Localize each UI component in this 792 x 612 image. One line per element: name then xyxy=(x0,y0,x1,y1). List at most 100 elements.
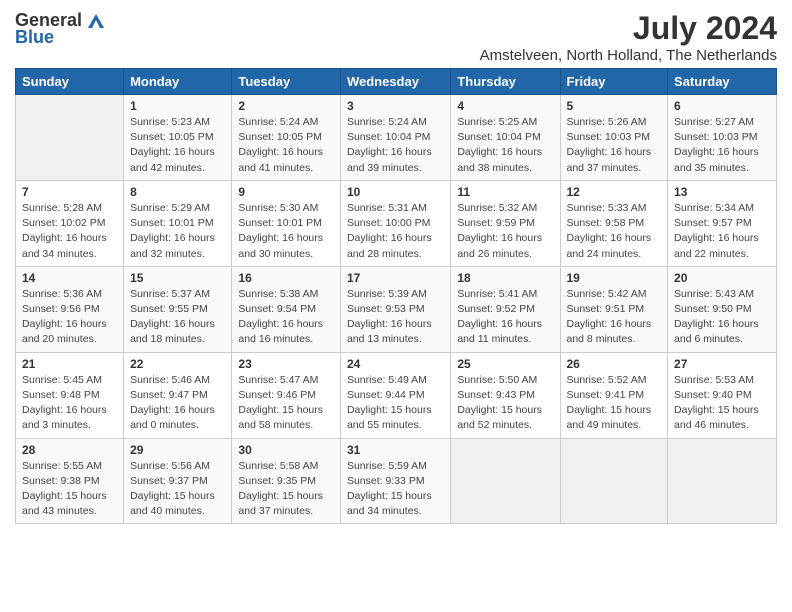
calendar-week-row: 14 Sunrise: 5:36 AM Sunset: 9:56 PM Dayli… xyxy=(16,266,777,352)
calendar-header-wednesday: Wednesday xyxy=(340,69,450,95)
title-block: July 2024 Amstelveen, North Holland, The… xyxy=(480,10,777,64)
day-info: Sunrise: 5:45 AM Sunset: 9:48 PM Dayligh… xyxy=(22,373,117,434)
day-number: 4 xyxy=(457,99,553,113)
calendar-cell: 1 Sunrise: 5:23 AM Sunset: 10:05 PM Dayli… xyxy=(124,95,232,181)
logo-blue-text: Blue xyxy=(15,27,54,48)
calendar-header-row: SundayMondayTuesdayWednesdayThursdayFrid… xyxy=(16,69,777,95)
day-info: Sunrise: 5:28 AM Sunset: 10:02 PM Daylig… xyxy=(22,201,117,262)
day-number: 28 xyxy=(22,443,117,457)
calendar-cell xyxy=(668,438,777,524)
day-info: Sunrise: 5:42 AM Sunset: 9:51 PM Dayligh… xyxy=(567,287,662,348)
day-info: Sunrise: 5:34 AM Sunset: 9:57 PM Dayligh… xyxy=(674,201,770,262)
day-number: 3 xyxy=(347,99,444,113)
location-subtitle: Amstelveen, North Holland, The Netherlan… xyxy=(480,47,777,64)
calendar-cell: 26 Sunrise: 5:52 AM Sunset: 9:41 PM Dayli… xyxy=(560,352,668,438)
day-number: 5 xyxy=(567,99,662,113)
day-info: Sunrise: 5:53 AM Sunset: 9:40 PM Dayligh… xyxy=(674,373,770,434)
calendar-cell: 13 Sunrise: 5:34 AM Sunset: 9:57 PM Dayli… xyxy=(668,180,777,266)
calendar-cell: 15Sunrise: 5:37 AM Sunset: 9:55 PM Dayli… xyxy=(124,266,232,352)
calendar-cell: 31 Sunrise: 5:59 AM Sunset: 9:33 PM Dayli… xyxy=(340,438,450,524)
day-info: Sunrise: 5:38 AM Sunset: 9:54 PM Dayligh… xyxy=(238,287,334,348)
day-number: 26 xyxy=(567,357,662,371)
month-year-title: July 2024 xyxy=(480,10,777,47)
logo-icon xyxy=(86,12,106,30)
calendar-cell: 4 Sunrise: 5:25 AM Sunset: 10:04 PM Dayli… xyxy=(451,95,560,181)
day-info: Sunrise: 5:33 AM Sunset: 9:58 PM Dayligh… xyxy=(567,201,662,262)
day-info: Sunrise: 5:59 AM Sunset: 9:33 PM Dayligh… xyxy=(347,459,444,520)
day-number: 21 xyxy=(22,357,117,371)
day-number: 27 xyxy=(674,357,770,371)
day-info: Sunrise: 5:52 AM Sunset: 9:41 PM Dayligh… xyxy=(567,373,662,434)
page-header: General Blue July 2024 Amstelveen, North… xyxy=(15,10,777,64)
calendar-cell: 30Sunrise: 5:58 AM Sunset: 9:35 PM Dayli… xyxy=(232,438,341,524)
day-info: Sunrise: 5:56 AM Sunset: 9:37 PM Dayligh… xyxy=(130,459,225,520)
day-info: Sunrise: 5:36 AM Sunset: 9:56 PM Dayligh… xyxy=(22,287,117,348)
day-info: Sunrise: 5:58 AM Sunset: 9:35 PM Dayligh… xyxy=(238,459,334,520)
calendar-cell: 8Sunrise: 5:29 AM Sunset: 10:01 PM Dayli… xyxy=(124,180,232,266)
day-info: Sunrise: 5:41 AM Sunset: 9:52 PM Dayligh… xyxy=(457,287,553,348)
day-number: 12 xyxy=(567,185,662,199)
calendar-cell: 14 Sunrise: 5:36 AM Sunset: 9:56 PM Dayli… xyxy=(16,266,124,352)
calendar-cell: 19 Sunrise: 5:42 AM Sunset: 9:51 PM Dayli… xyxy=(560,266,668,352)
day-number: 29 xyxy=(130,443,225,457)
day-number: 6 xyxy=(674,99,770,113)
calendar-table: SundayMondayTuesdayWednesdayThursdayFrid… xyxy=(15,68,777,524)
day-info: Sunrise: 5:23 AM Sunset: 10:05 PM Daylig… xyxy=(130,115,225,176)
day-number: 19 xyxy=(567,271,662,285)
calendar-cell: 17Sunrise: 5:39 AM Sunset: 9:53 PM Dayli… xyxy=(340,266,450,352)
calendar-cell: 23 Sunrise: 5:47 AM Sunset: 9:46 PM Dayli… xyxy=(232,352,341,438)
day-number: 22 xyxy=(130,357,225,371)
calendar-cell: 24Sunrise: 5:49 AM Sunset: 9:44 PM Dayli… xyxy=(340,352,450,438)
day-number: 1 xyxy=(130,99,225,113)
day-info: Sunrise: 5:29 AM Sunset: 10:01 PM Daylig… xyxy=(130,201,225,262)
calendar-header-sunday: Sunday xyxy=(16,69,124,95)
calendar-cell: 12 Sunrise: 5:33 AM Sunset: 9:58 PM Dayli… xyxy=(560,180,668,266)
day-number: 9 xyxy=(238,185,334,199)
day-number: 2 xyxy=(238,99,334,113)
calendar-cell: 5 Sunrise: 5:26 AM Sunset: 10:03 PM Dayli… xyxy=(560,95,668,181)
day-info: Sunrise: 5:31 AM Sunset: 10:00 PM Daylig… xyxy=(347,201,444,262)
calendar-cell: 29 Sunrise: 5:56 AM Sunset: 9:37 PM Dayli… xyxy=(124,438,232,524)
day-info: Sunrise: 5:55 AM Sunset: 9:38 PM Dayligh… xyxy=(22,459,117,520)
calendar-cell: 25 Sunrise: 5:50 AM Sunset: 9:43 PM Dayli… xyxy=(451,352,560,438)
day-info: Sunrise: 5:24 AM Sunset: 10:04 PM Daylig… xyxy=(347,115,444,176)
calendar-header-tuesday: Tuesday xyxy=(232,69,341,95)
day-number: 16 xyxy=(238,271,334,285)
calendar-header-monday: Monday xyxy=(124,69,232,95)
day-number: 31 xyxy=(347,443,444,457)
day-number: 13 xyxy=(674,185,770,199)
calendar-cell: 22Sunrise: 5:46 AM Sunset: 9:47 PM Dayli… xyxy=(124,352,232,438)
day-info: Sunrise: 5:49 AM Sunset: 9:44 PM Dayligh… xyxy=(347,373,444,434)
day-number: 7 xyxy=(22,185,117,199)
calendar-header-thursday: Thursday xyxy=(451,69,560,95)
calendar-week-row: 7 Sunrise: 5:28 AM Sunset: 10:02 PM Dayli… xyxy=(16,180,777,266)
day-number: 14 xyxy=(22,271,117,285)
calendar-cell: 9Sunrise: 5:30 AM Sunset: 10:01 PM Dayli… xyxy=(232,180,341,266)
calendar-cell: 21 Sunrise: 5:45 AM Sunset: 9:48 PM Dayli… xyxy=(16,352,124,438)
calendar-week-row: 1 Sunrise: 5:23 AM Sunset: 10:05 PM Dayli… xyxy=(16,95,777,181)
day-info: Sunrise: 5:37 AM Sunset: 9:55 PM Dayligh… xyxy=(130,287,225,348)
calendar-week-row: 28 Sunrise: 5:55 AM Sunset: 9:38 PM Dayli… xyxy=(16,438,777,524)
day-number: 17 xyxy=(347,271,444,285)
day-number: 20 xyxy=(674,271,770,285)
calendar-cell: 16 Sunrise: 5:38 AM Sunset: 9:54 PM Dayli… xyxy=(232,266,341,352)
day-info: Sunrise: 5:24 AM Sunset: 10:05 PM Daylig… xyxy=(238,115,334,176)
day-number: 23 xyxy=(238,357,334,371)
calendar-cell: 3 Sunrise: 5:24 AM Sunset: 10:04 PM Dayli… xyxy=(340,95,450,181)
calendar-cell xyxy=(451,438,560,524)
calendar-cell: 11Sunrise: 5:32 AM Sunset: 9:59 PM Dayli… xyxy=(451,180,560,266)
day-info: Sunrise: 5:25 AM Sunset: 10:04 PM Daylig… xyxy=(457,115,553,176)
calendar-cell xyxy=(560,438,668,524)
day-number: 25 xyxy=(457,357,553,371)
day-info: Sunrise: 5:26 AM Sunset: 10:03 PM Daylig… xyxy=(567,115,662,176)
day-info: Sunrise: 5:27 AM Sunset: 10:03 PM Daylig… xyxy=(674,115,770,176)
calendar-week-row: 21 Sunrise: 5:45 AM Sunset: 9:48 PM Dayli… xyxy=(16,352,777,438)
calendar-cell: 27 Sunrise: 5:53 AM Sunset: 9:40 PM Dayli… xyxy=(668,352,777,438)
calendar-cell: 6 Sunrise: 5:27 AM Sunset: 10:03 PM Dayli… xyxy=(668,95,777,181)
day-info: Sunrise: 5:47 AM Sunset: 9:46 PM Dayligh… xyxy=(238,373,334,434)
calendar-cell: 10Sunrise: 5:31 AM Sunset: 10:00 PM Dayl… xyxy=(340,180,450,266)
day-info: Sunrise: 5:50 AM Sunset: 9:43 PM Dayligh… xyxy=(457,373,553,434)
calendar-header-saturday: Saturday xyxy=(668,69,777,95)
calendar-header-friday: Friday xyxy=(560,69,668,95)
calendar-cell: 18Sunrise: 5:41 AM Sunset: 9:52 PM Dayli… xyxy=(451,266,560,352)
